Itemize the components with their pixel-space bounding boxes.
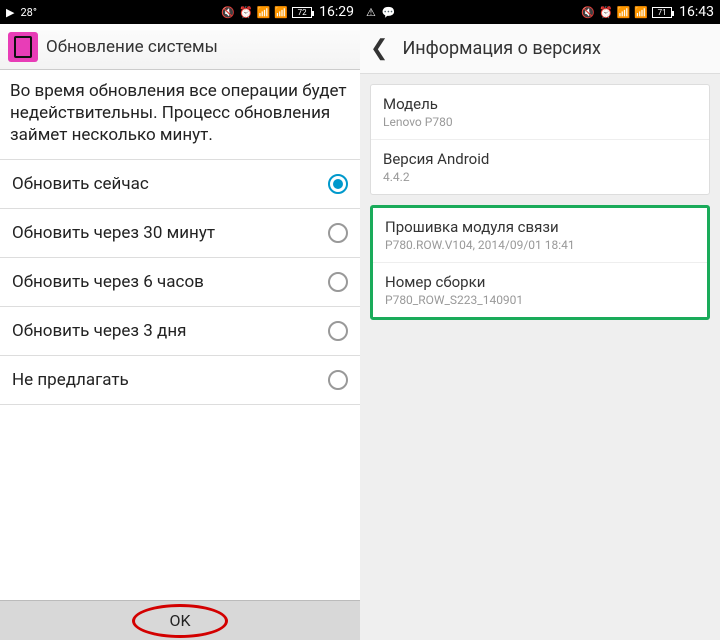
- option-label: Обновить через 30 минут: [12, 223, 215, 243]
- option-label: Обновить через 6 часов: [12, 272, 204, 292]
- row-android-version[interactable]: Версия Android 4.4.2: [371, 140, 709, 194]
- row-value: Lenovo P780: [383, 115, 697, 129]
- mute-icon: 🔇: [221, 6, 235, 19]
- option-label: Обновить через 3 дня: [12, 321, 186, 341]
- chat-icon: 💬: [382, 6, 396, 19]
- option-update-3d[interactable]: Обновить через 3 дня: [0, 306, 360, 356]
- clock: 16:43: [679, 4, 714, 20]
- app-icon: [8, 32, 38, 62]
- version-info-list: Модель Lenovo P780 Версия Android 4.4.2 …: [360, 74, 720, 340]
- clock: 16:29: [319, 4, 354, 20]
- battery-icon: 71: [652, 7, 672, 18]
- battery-icon: 72: [292, 7, 312, 18]
- status-bar-right: ⚠ 💬 🔇 ⏰ 📶 📶 71 16:43: [360, 0, 720, 24]
- warning-icon: ⚠: [366, 6, 376, 19]
- back-icon[interactable]: ❮: [370, 36, 388, 61]
- option-label: Обновить сейчас: [12, 174, 149, 194]
- radio-icon: [328, 223, 348, 243]
- update-description: Во время обновления все операции будет н…: [0, 70, 360, 160]
- right-screenshot: ⚠ 💬 🔇 ⏰ 📶 📶 71 16:43 ❮ Информация о верс…: [360, 0, 720, 640]
- signal-icon: 📶: [634, 6, 648, 19]
- row-model[interactable]: Модель Lenovo P780: [371, 85, 709, 140]
- alarm-icon: ⏰: [239, 6, 253, 19]
- temperature: 28°: [20, 6, 36, 19]
- settings-header: ❮ Информация о версиях: [360, 24, 720, 74]
- row-value: P780_ROW_S223_140901: [385, 293, 695, 307]
- ok-label: OK: [169, 611, 190, 630]
- app-header: Обновление системы: [0, 24, 360, 70]
- status-bar-left: ▶ 28° 🔇 ⏰ 📶 📶 72 16:29: [0, 0, 360, 24]
- info-group-highlighted: Прошивка модуля связи P780.ROW.V104, 201…: [370, 205, 710, 320]
- row-value: 4.4.2: [383, 170, 697, 184]
- play-icon: ▶: [6, 6, 14, 19]
- radio-icon: [328, 272, 348, 292]
- wifi-icon: 📶: [617, 6, 631, 19]
- radio-icon: [328, 370, 348, 390]
- option-update-30min[interactable]: Обновить через 30 минут: [0, 208, 360, 258]
- row-value: P780.ROW.V104, 2014/09/01 18:41: [385, 238, 695, 252]
- update-options-list: Обновить сейчас Обновить через 30 минут …: [0, 160, 360, 405]
- alarm-icon: ⏰: [599, 6, 613, 19]
- app-title: Обновление системы: [46, 37, 218, 57]
- left-screenshot: ▶ 28° 🔇 ⏰ 📶 📶 72 16:29 Обновление систем…: [0, 0, 360, 640]
- option-update-6h[interactable]: Обновить через 6 часов: [0, 257, 360, 307]
- wifi-icon: 📶: [257, 6, 271, 19]
- radio-icon: [328, 321, 348, 341]
- mute-icon: 🔇: [581, 6, 595, 19]
- row-build-number[interactable]: Номер сборки P780_ROW_S223_140901: [373, 263, 707, 317]
- radio-icon: [328, 174, 348, 194]
- row-label: Номер сборки: [385, 273, 695, 291]
- option-label: Не предлагать: [12, 370, 129, 390]
- page-title: Информация о версиях: [402, 38, 601, 59]
- row-label: Прошивка модуля связи: [385, 218, 695, 236]
- row-label: Версия Android: [383, 150, 697, 168]
- info-group-1: Модель Lenovo P780 Версия Android 4.4.2: [370, 84, 710, 195]
- signal-icon: 📶: [274, 6, 288, 19]
- row-baseband[interactable]: Прошивка модуля связи P780.ROW.V104, 201…: [373, 208, 707, 263]
- ok-button[interactable]: OK: [0, 600, 360, 640]
- option-update-now[interactable]: Обновить сейчас: [0, 159, 360, 209]
- row-label: Модель: [383, 95, 697, 113]
- option-never[interactable]: Не предлагать: [0, 355, 360, 405]
